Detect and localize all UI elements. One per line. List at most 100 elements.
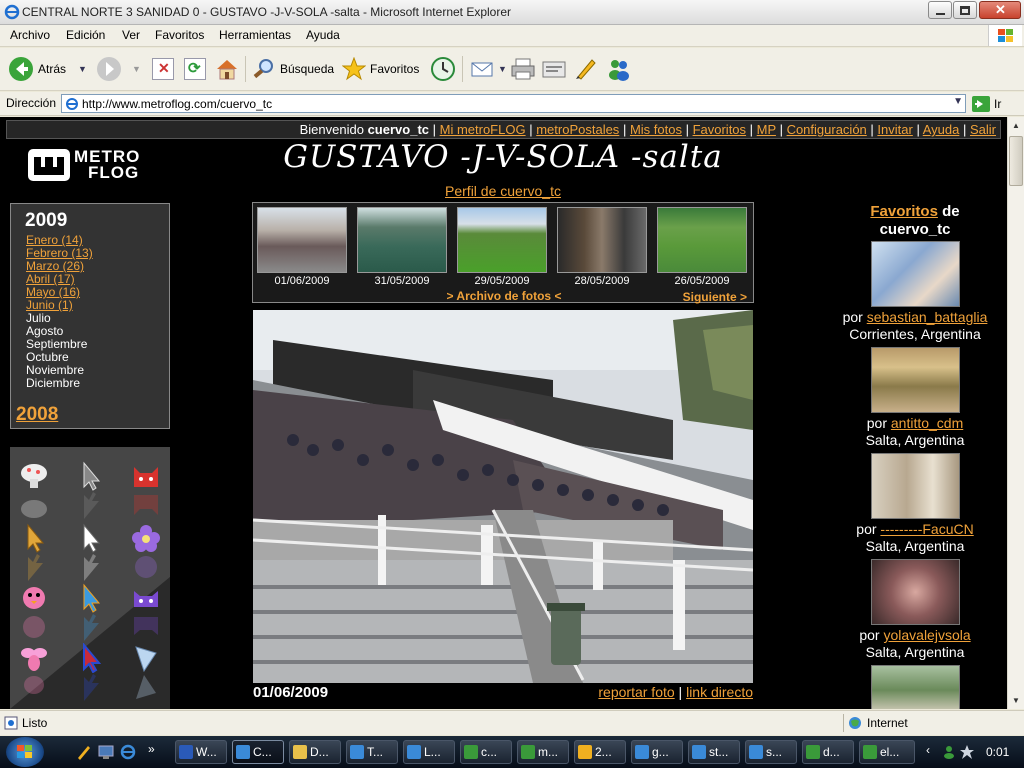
messenger-button[interactable] xyxy=(606,54,632,84)
next-link[interactable]: Siguiente > xyxy=(683,290,747,304)
taskbar-btn-12[interactable]: el... xyxy=(859,740,915,764)
scroll-thumb[interactable] xyxy=(1009,136,1023,186)
menu-archivo[interactable]: Archivo xyxy=(10,28,50,42)
maximize-button[interactable] xyxy=(953,1,977,19)
thumbnail-1[interactable] xyxy=(357,207,447,273)
favorite-avatar-2[interactable] xyxy=(871,453,960,519)
nav-metropostales[interactable]: metroPostales xyxy=(536,122,619,137)
red-cat-cursor-icon[interactable] xyxy=(130,461,162,491)
menu-ver[interactable]: Ver xyxy=(122,28,140,42)
home-button[interactable] xyxy=(215,54,239,84)
quicklaunch-more-icon[interactable]: » xyxy=(148,742,155,756)
history-button[interactable] xyxy=(430,54,456,84)
pixel-arrow-cursor-icon[interactable] xyxy=(74,461,106,491)
search-button[interactable]: Búsqueda xyxy=(252,54,334,84)
menu-ayuda[interactable]: Ayuda xyxy=(306,28,340,42)
report-photo-link[interactable]: reportar foto xyxy=(598,684,674,700)
month-11: Diciembre xyxy=(26,376,81,390)
vertical-scrollbar[interactable]: ▲ ▼ xyxy=(1007,117,1024,709)
favorite-avatar-3[interactable] xyxy=(871,559,960,625)
gold-arrow-cursor-icon[interactable] xyxy=(18,523,50,553)
quicklaunch-ie-icon[interactable] xyxy=(120,744,136,760)
pink-fairy-cursor-icon[interactable] xyxy=(18,643,50,673)
white-arrow-cursor-icon[interactable] xyxy=(74,523,106,553)
favorite-user-0[interactable]: sebastian_battaglia xyxy=(867,309,988,325)
stop-button[interactable]: ✕ xyxy=(152,54,174,84)
nav-invitar[interactable]: Invitar xyxy=(877,122,912,137)
menu-favoritos[interactable]: Favoritos xyxy=(155,28,204,42)
purple-cat-cursor-icon[interactable] xyxy=(130,583,162,613)
thumbnail-0[interactable] xyxy=(257,207,347,273)
tray-expand-icon[interactable]: ‹ xyxy=(926,743,930,757)
year-2008-link[interactable]: 2008 xyxy=(16,404,58,426)
rainbow-arrow-cursor-icon[interactable] xyxy=(74,583,106,613)
refresh-button[interactable]: ⟳ xyxy=(184,54,206,84)
address-dropdown-icon[interactable]: ▼ xyxy=(953,96,963,107)
close-button[interactable]: ✕ xyxy=(979,1,1021,19)
profile-link[interactable]: Perfil de cuervo_tc xyxy=(445,183,561,199)
taskbar-btn-11[interactable]: d... xyxy=(802,740,854,764)
print-button[interactable] xyxy=(510,54,536,84)
discuss-button[interactable] xyxy=(574,54,598,84)
nav-salir[interactable]: Salir xyxy=(970,122,996,137)
scroll-down-button[interactable]: ▼ xyxy=(1008,692,1024,709)
rainbow-arrow-reflection-icon xyxy=(84,614,99,641)
photo-archive-link[interactable]: > Archivo de fotos < xyxy=(253,289,755,303)
mail-dropdown-icon[interactable]: ▼ xyxy=(498,64,507,74)
pink-chick-cursor-icon[interactable] xyxy=(18,583,50,613)
nav-mi-metroflog[interactable]: Mi metroFLOG xyxy=(440,122,526,137)
thumbnail-2[interactable] xyxy=(457,207,547,273)
taskbar-btn-8[interactable]: g... xyxy=(631,740,683,764)
nav-configuracion[interactable]: Configuración xyxy=(787,122,867,137)
minimize-button[interactable] xyxy=(928,1,952,19)
go-button[interactable]: Ir xyxy=(972,95,1001,113)
favorite-avatar-0[interactable] xyxy=(871,241,960,307)
taskbar-btn-4[interactable]: L... xyxy=(403,740,455,764)
nav-favoritos[interactable]: Favoritos xyxy=(693,122,746,137)
taskbar-btn-3[interactable]: T... xyxy=(346,740,398,764)
favorite-user-1[interactable]: antitto_cdm xyxy=(891,415,963,431)
mushroom-cursor-icon[interactable] xyxy=(18,461,50,491)
red-blue-arrow-cursor-icon[interactable] xyxy=(74,643,106,673)
nav-ayuda[interactable]: Ayuda xyxy=(923,122,960,137)
favorite-avatar-4[interactable] xyxy=(871,665,960,709)
address-input[interactable]: http://www.metroflog.com/cuervo_tc ▼ xyxy=(61,94,966,113)
taskbar-btn-0[interactable]: W... xyxy=(175,740,227,764)
forward-button[interactable]: ▼ xyxy=(96,54,141,84)
nav-mp[interactable]: MP xyxy=(757,122,776,137)
messenger-icon xyxy=(521,745,535,759)
favorite-avatar-1[interactable] xyxy=(871,347,960,413)
direct-link[interactable]: link directo xyxy=(686,684,753,700)
taskbar-btn-10[interactable]: s... xyxy=(745,740,797,764)
mail-button[interactable]: ▼ xyxy=(470,54,507,84)
taskbar-btn-2[interactable]: D... xyxy=(289,740,341,764)
forward-dropdown-icon[interactable]: ▼ xyxy=(132,64,141,74)
favorite-user-3[interactable]: yolavalejvsola xyxy=(883,627,970,643)
quicklaunch-desktop-icon[interactable] xyxy=(98,744,114,760)
favorites-heading-link[interactable]: Favoritos xyxy=(870,203,938,220)
edit-button[interactable] xyxy=(541,54,567,84)
forward-arrow-icon xyxy=(97,57,121,81)
favorites-button[interactable]: Favoritos xyxy=(342,54,419,84)
thumbnail-4[interactable] xyxy=(657,207,747,273)
thumbnail-3[interactable] xyxy=(557,207,647,273)
crystal-cursor-icon[interactable] xyxy=(130,643,162,673)
taskbar-btn-7[interactable]: 2... xyxy=(574,740,626,764)
favorite-user-2[interactable]: ---------FacuCN xyxy=(880,521,973,537)
tray-star-icon[interactable] xyxy=(960,745,974,759)
back-dropdown-icon[interactable]: ▼ xyxy=(78,64,87,74)
purple-flower-cursor-icon[interactable] xyxy=(130,523,162,553)
metroflog-logo[interactable]: METRO FLOG xyxy=(28,147,152,182)
start-button[interactable] xyxy=(6,737,44,767)
nav-mis-fotos[interactable]: Mis fotos xyxy=(630,122,682,137)
back-button[interactable]: Atrás ▼ xyxy=(8,54,87,84)
taskbar-btn-5[interactable]: c... xyxy=(460,740,512,764)
scroll-up-button[interactable]: ▲ xyxy=(1008,117,1024,134)
quicklaunch-pencil-icon[interactable] xyxy=(76,744,92,760)
taskbar-btn-1[interactable]: C... xyxy=(232,740,284,764)
menu-edicion[interactable]: Edición xyxy=(66,28,105,42)
taskbar-btn-9[interactable]: st... xyxy=(688,740,740,764)
tray-messenger-icon[interactable] xyxy=(942,745,956,759)
menu-herramientas[interactable]: Herramientas xyxy=(219,28,291,42)
taskbar-btn-6[interactable]: m... xyxy=(517,740,569,764)
